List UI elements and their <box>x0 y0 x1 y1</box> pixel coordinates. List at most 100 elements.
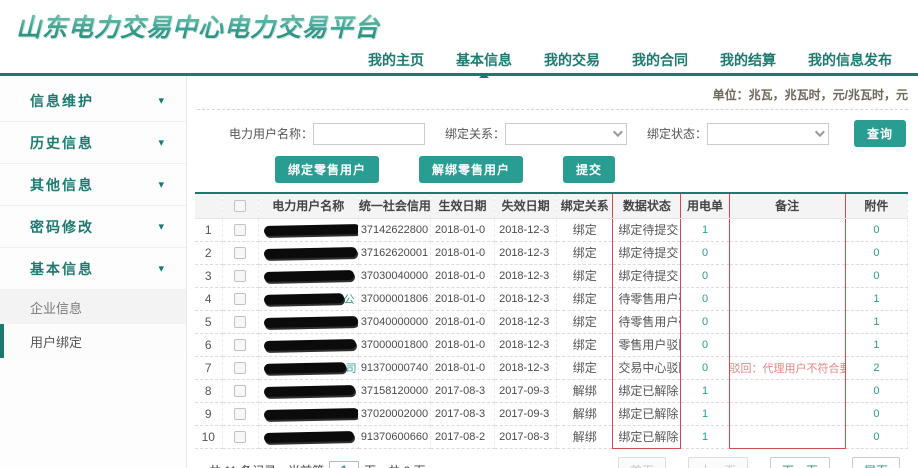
select-all-checkbox[interactable] <box>234 200 246 212</box>
row-checkbox[interactable] <box>234 339 246 351</box>
attachment-cell[interactable]: 1 <box>845 310 907 333</box>
credit-code-cell: 91370000740 <box>358 356 430 379</box>
bind-status-select[interactable] <box>707 123 829 145</box>
power-user-name-cell[interactable] <box>258 333 358 356</box>
power-bill-cell[interactable]: 0 <box>681 287 729 310</box>
power-user-name-cell[interactable] <box>258 310 358 333</box>
sidebar-item-信息维护[interactable]: 信息维护▾ <box>0 80 186 122</box>
bind-relation-select[interactable] <box>505 123 627 145</box>
power-bill-cell[interactable]: 0 <box>681 333 729 356</box>
power-user-name-cell[interactable] <box>258 264 358 287</box>
credit-code-cell: 37040000000 <box>358 310 430 333</box>
chevron-down-icon <box>613 127 623 137</box>
power-bill-cell[interactable]: 1 <box>681 425 729 448</box>
col-expiry-date: 失效日期 <box>495 193 557 218</box>
power-bill-cell[interactable]: 0 <box>681 264 729 287</box>
chevron-down-icon <box>815 127 825 137</box>
page-button-下一页[interactable]: 下一页 <box>770 457 830 468</box>
redacted-name <box>264 293 344 305</box>
pagination-buttons: 首页上一页下一页尾页 <box>618 457 906 468</box>
bind-status-label: 绑定状态： <box>647 125 707 142</box>
nav-tab-基本信息[interactable]: 基本信息 <box>456 50 512 70</box>
page-number-input[interactable] <box>329 461 359 468</box>
attachment-cell[interactable]: 0 <box>845 241 907 264</box>
expiry-date-cell: 2017-08-3 <box>495 425 557 448</box>
credit-code-cell: 37158120000 <box>358 379 430 402</box>
power-bill-cell[interactable]: 0 <box>681 241 729 264</box>
data-status-cell: 绑定待提交 <box>613 218 681 241</box>
power-user-name-cell[interactable] <box>258 425 358 448</box>
row-checkbox[interactable] <box>234 247 246 259</box>
sidebar-item-其他信息[interactable]: 其他信息▾ <box>0 164 186 206</box>
nav-tab-我的结算[interactable]: 我的结算 <box>720 50 776 70</box>
attachment-cell[interactable]: 0 <box>845 218 907 241</box>
data-status-cell: 待零售用户确认 <box>613 287 681 310</box>
nav-tab-我的信息发布[interactable]: 我的信息发布 <box>808 50 892 70</box>
row-select-cell <box>222 241 258 264</box>
row-checkbox[interactable] <box>234 408 246 420</box>
row-checkbox[interactable] <box>234 431 246 443</box>
row-select-cell <box>222 356 258 379</box>
row-checkbox[interactable] <box>234 316 246 328</box>
page-button-首页: 首页 <box>618 457 666 468</box>
sidebar-item-历史信息[interactable]: 历史信息▾ <box>0 122 186 164</box>
remark-cell: 驳回：代理用户不符合要求！ <box>729 356 845 379</box>
row-checkbox[interactable] <box>234 385 246 397</box>
unbind-retail-user-button[interactable]: 解绑零售用户 <box>419 156 523 183</box>
nav-tab-我的主页[interactable]: 我的主页 <box>368 50 424 70</box>
record-summary-suffix: 页，共 2 页 <box>364 462 425 468</box>
power-user-name-cell[interactable] <box>258 402 358 425</box>
actions-bar: 绑定零售用户 解绑零售用户 提交 <box>195 156 910 183</box>
power-bill-cell[interactable]: 1 <box>681 379 729 402</box>
row-checkbox[interactable] <box>234 270 246 282</box>
sidebar-subitem-用户绑定[interactable]: 用户绑定 <box>0 324 186 358</box>
power-user-name-input[interactable] <box>313 123 425 145</box>
attachment-cell[interactable]: 0 <box>845 264 907 287</box>
table-row: 7司913700007402018-01-02018-12-3绑定交易中心驳回0… <box>195 356 908 379</box>
row-checkbox[interactable] <box>234 362 246 374</box>
row-select-cell <box>222 264 258 287</box>
power-user-name-cell[interactable]: 公 <box>258 287 358 310</box>
power-user-name-cell[interactable] <box>258 379 358 402</box>
query-button[interactable]: 查询 <box>854 120 906 147</box>
credit-code-cell: 37162620001 <box>358 241 430 264</box>
attachment-cell[interactable]: 0 <box>845 402 907 425</box>
sidebar-item-密码修改[interactable]: 密码修改 ▾ <box>0 206 186 248</box>
attachment-cell[interactable]: 1 <box>845 333 907 356</box>
sidebar-submenus: 企业信息用户绑定 <box>0 290 186 358</box>
data-status-cell: 绑定已解除 <box>613 402 681 425</box>
attachment-cell[interactable]: 2 <box>845 356 907 379</box>
power-user-name-cell[interactable] <box>258 241 358 264</box>
power-bill-cell[interactable]: 0 <box>681 356 729 379</box>
power-user-name-cell[interactable] <box>258 218 358 241</box>
remark-cell <box>729 425 845 448</box>
nav-tab-我的合同[interactable]: 我的合同 <box>632 50 688 70</box>
redacted-name <box>264 316 358 328</box>
row-checkbox[interactable] <box>234 293 246 305</box>
sidebar-item-label: 其他信息 <box>30 175 94 195</box>
power-bill-cell[interactable]: 1 <box>681 218 729 241</box>
nav-tab-我的交易[interactable]: 我的交易 <box>544 50 600 70</box>
page-button-尾页[interactable]: 尾页 <box>852 457 900 468</box>
attachment-cell[interactable]: 0 <box>845 425 907 448</box>
bind-relation-cell: 绑定 <box>557 287 613 310</box>
row-select-cell <box>222 218 258 241</box>
data-status-cell: 绑定待提交 <box>613 264 681 287</box>
pagination: 共 11 条记录，当前第 页，共 2 页 首页上一页下一页尾页 <box>195 457 910 468</box>
table-row: 9370200020002017-08-32017-09-3解绑绑定已解除10 <box>195 402 908 425</box>
power-bill-cell[interactable]: 0 <box>681 310 729 333</box>
power-user-name-cell[interactable]: 司 <box>258 356 358 379</box>
table-row: 1371426228002018-01-02018-12-3绑定绑定待提交10 <box>195 218 908 241</box>
submit-button[interactable]: 提交 <box>563 156 615 183</box>
row-select-cell <box>222 402 258 425</box>
row-checkbox[interactable] <box>234 224 246 236</box>
triangle-down-icon: ▾ <box>158 220 164 233</box>
sidebar-item-label: 密码修改 <box>30 217 94 237</box>
remark-cell <box>729 264 845 287</box>
attachment-cell[interactable]: 1 <box>845 287 907 310</box>
attachment-cell[interactable]: 0 <box>845 379 907 402</box>
power-bill-cell[interactable]: 1 <box>681 402 729 425</box>
bind-retail-user-button[interactable]: 绑定零售用户 <box>275 156 379 183</box>
sidebar-item-基本信息[interactable]: 基本信息▾ <box>0 248 186 290</box>
sidebar-subitem-企业信息[interactable]: 企业信息 <box>0 290 186 324</box>
